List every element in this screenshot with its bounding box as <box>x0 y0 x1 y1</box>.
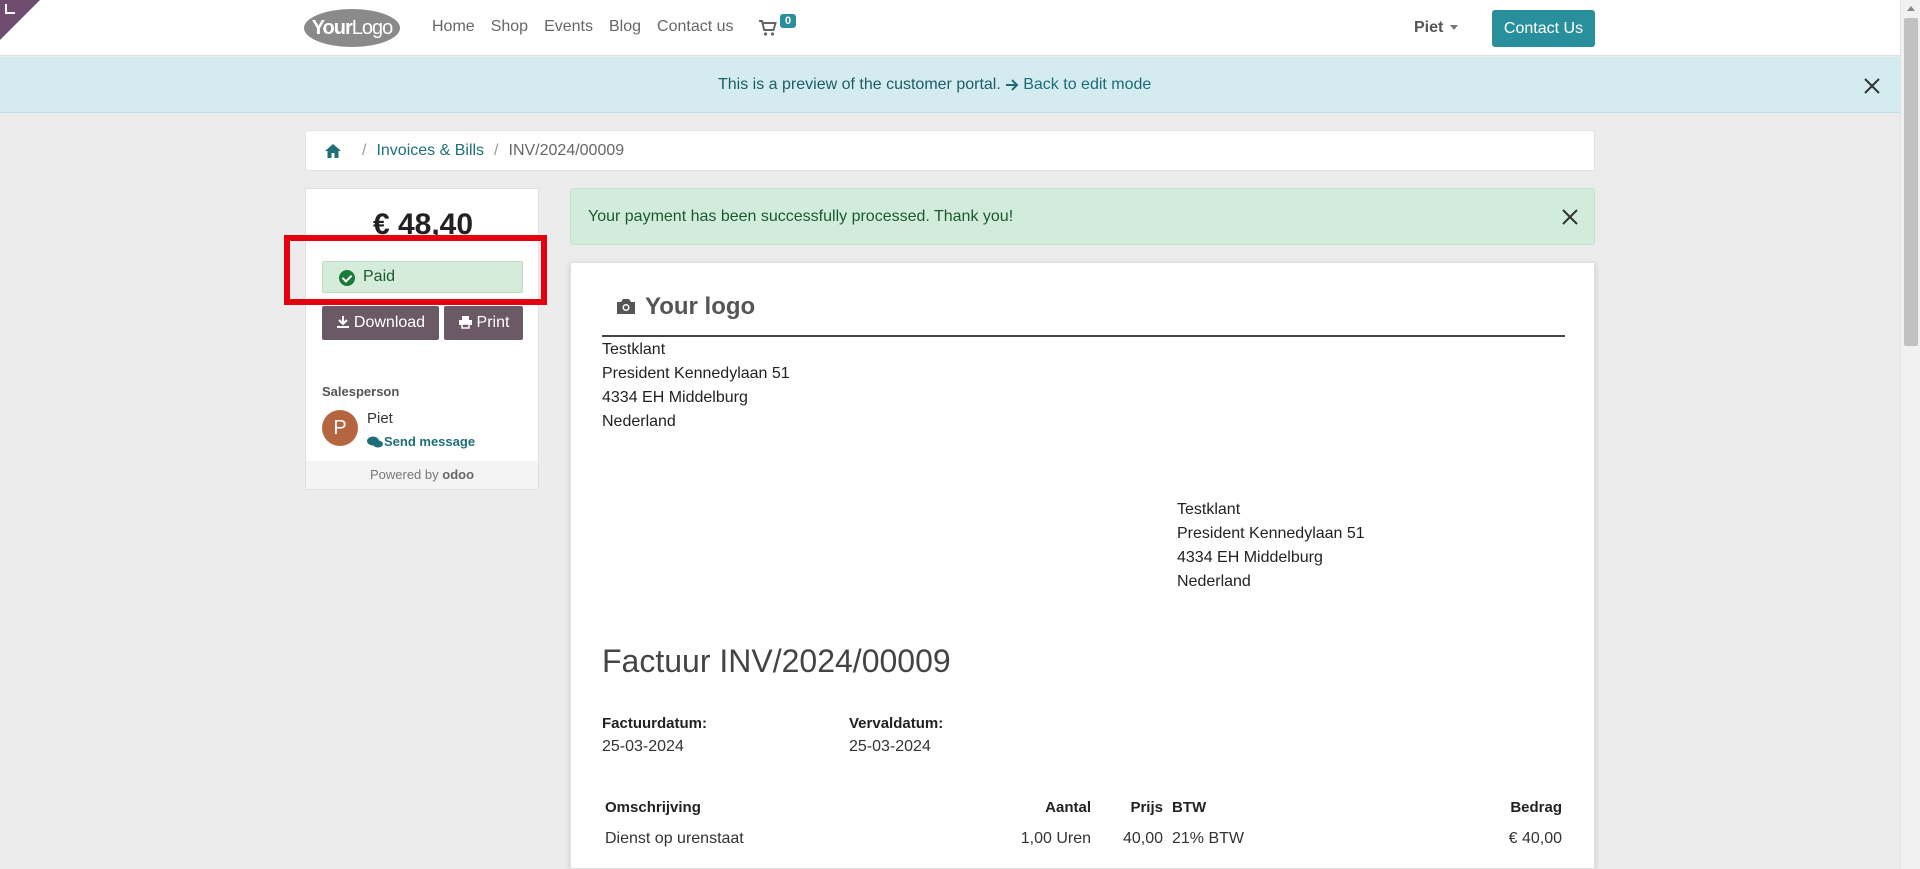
column-tax: BTW <box>1172 799 1207 816</box>
scrollbar-thumb[interactable] <box>1904 18 1918 346</box>
site-logo[interactable]: YourLogo <box>304 9 400 47</box>
user-name: Piet <box>1414 19 1444 36</box>
company-logo-placeholder: Your logo <box>615 293 755 321</box>
alert-message: Your payment has been successfully proce… <box>588 208 1014 225</box>
address-line: Nederland <box>1177 573 1251 590</box>
cart-count-badge: 0 <box>780 14 797 28</box>
status-highlight-box <box>284 235 547 305</box>
breadcrumb-separator: / <box>494 141 499 159</box>
portal-preview-banner: This is a preview of the customer portal… <box>0 57 1900 113</box>
odoo-logo[interactable]: odoo <box>442 467 474 482</box>
column-amount: Bedrag <box>1510 799 1562 816</box>
back-to-edit-link[interactable]: Back to edit mode <box>1005 76 1151 93</box>
arrow-right-icon <box>1006 79 1019 91</box>
due-date-label: Vervaldatum: <box>849 715 944 732</box>
salesperson-label: Salesperson <box>322 384 400 399</box>
nav-home[interactable]: Home <box>432 18 475 36</box>
customer-address: Testklant President Kennedylaan 51 4334 … <box>1177 498 1365 594</box>
page-scrollbar[interactable] <box>1900 0 1920 869</box>
home-icon[interactable] <box>324 143 342 159</box>
invoice-date-label: Factuurdatum: <box>602 715 707 732</box>
line-price: 40,00 <box>1122 830 1163 847</box>
invoice-document: Your logo Testklant President Kennedylaa… <box>570 262 1595 869</box>
chevron-down-icon <box>1450 25 1459 31</box>
camera-icon <box>617 299 635 314</box>
nav-shop[interactable]: Shop <box>491 18 528 36</box>
breadcrumb-invoices[interactable]: Invoices & Bills <box>376 142 484 160</box>
download-icon <box>336 316 349 328</box>
preview-label: This is a preview of the customer portal… <box>718 76 1001 93</box>
due-date-value: 25-03-2024 <box>849 738 931 755</box>
cart-icon[interactable] <box>758 18 778 38</box>
address-line: Nederland <box>602 413 676 430</box>
column-price: Prijs <box>1130 799 1163 816</box>
company-address: Testklant President Kennedylaan 51 4334 … <box>602 338 790 434</box>
powered-by-footer: Powered by odoo <box>306 461 538 489</box>
print-button[interactable]: Print <box>444 306 523 340</box>
line-description: Dienst op urenstaat <box>605 830 744 847</box>
address-line: President Kennedylaan 51 <box>1177 525 1365 542</box>
address-line: President Kennedylaan 51 <box>602 365 790 382</box>
close-preview-icon[interactable] <box>1862 76 1882 96</box>
line-amount: € 40,00 <box>1508 830 1562 847</box>
breadcrumb: / Invoices & Bills / INV/2024/00009 <box>305 130 1595 171</box>
print-icon <box>458 316 472 329</box>
send-message-link[interactable]: Send message <box>367 434 475 449</box>
preview-message: This is a preview of the customer portal… <box>718 76 1151 94</box>
address-line: 4334 EH Middelburg <box>1177 549 1323 566</box>
line-quantity: 1,00 Uren <box>1020 830 1091 847</box>
invoice-date-value: 25-03-2024 <box>602 738 684 755</box>
breadcrumb-separator: / <box>362 141 367 159</box>
address-line: Testklant <box>1177 501 1241 518</box>
back-to-edit-label: Back to edit mode <box>1023 76 1152 93</box>
address-line: Testklant <box>602 341 666 358</box>
column-description: Omschrijving <box>605 799 701 816</box>
comments-icon <box>367 436 383 448</box>
payment-success-alert: Your payment has been successfully proce… <box>570 188 1595 245</box>
main-menu: Home Shop Events Blog Contact us <box>432 18 734 36</box>
nav-contact-us[interactable]: Contact us <box>657 18 733 36</box>
top-navbar: YourLogo Home Shop Events Blog Contact u… <box>0 0 1900 56</box>
contact-us-button[interactable]: Contact Us <box>1492 10 1595 47</box>
send-message-label: Send message <box>384 434 476 449</box>
powered-prefix: Powered by <box>369 467 439 482</box>
salesperson-name: Piet <box>367 410 393 427</box>
nav-events[interactable]: Events <box>544 18 593 36</box>
address-line: 4334 EH Middelburg <box>602 389 748 406</box>
breadcrumb-current: INV/2024/00009 <box>508 141 625 159</box>
corner-arrow-icon <box>5 4 15 14</box>
avatar: P <box>322 410 358 446</box>
logo-text: Your logo <box>645 293 756 320</box>
header-divider <box>602 335 1565 337</box>
download-button[interactable]: Download <box>322 306 439 340</box>
invoice-title: Factuur INV/2024/00009 <box>602 643 951 679</box>
close-icon[interactable] <box>1561 208 1579 226</box>
invoice-sidebar: € 48,40 Paid Download Print Salesperson … <box>305 188 539 490</box>
download-label: Download <box>353 314 426 331</box>
scroll-up-arrow-icon[interactable] <box>1907 6 1915 11</box>
column-quantity: Aantal <box>1045 799 1091 816</box>
user-menu[interactable]: Piet <box>1414 19 1459 37</box>
line-tax: 21% BTW <box>1172 830 1245 847</box>
nav-blog[interactable]: Blog <box>609 18 641 36</box>
print-label: Print <box>476 314 510 331</box>
